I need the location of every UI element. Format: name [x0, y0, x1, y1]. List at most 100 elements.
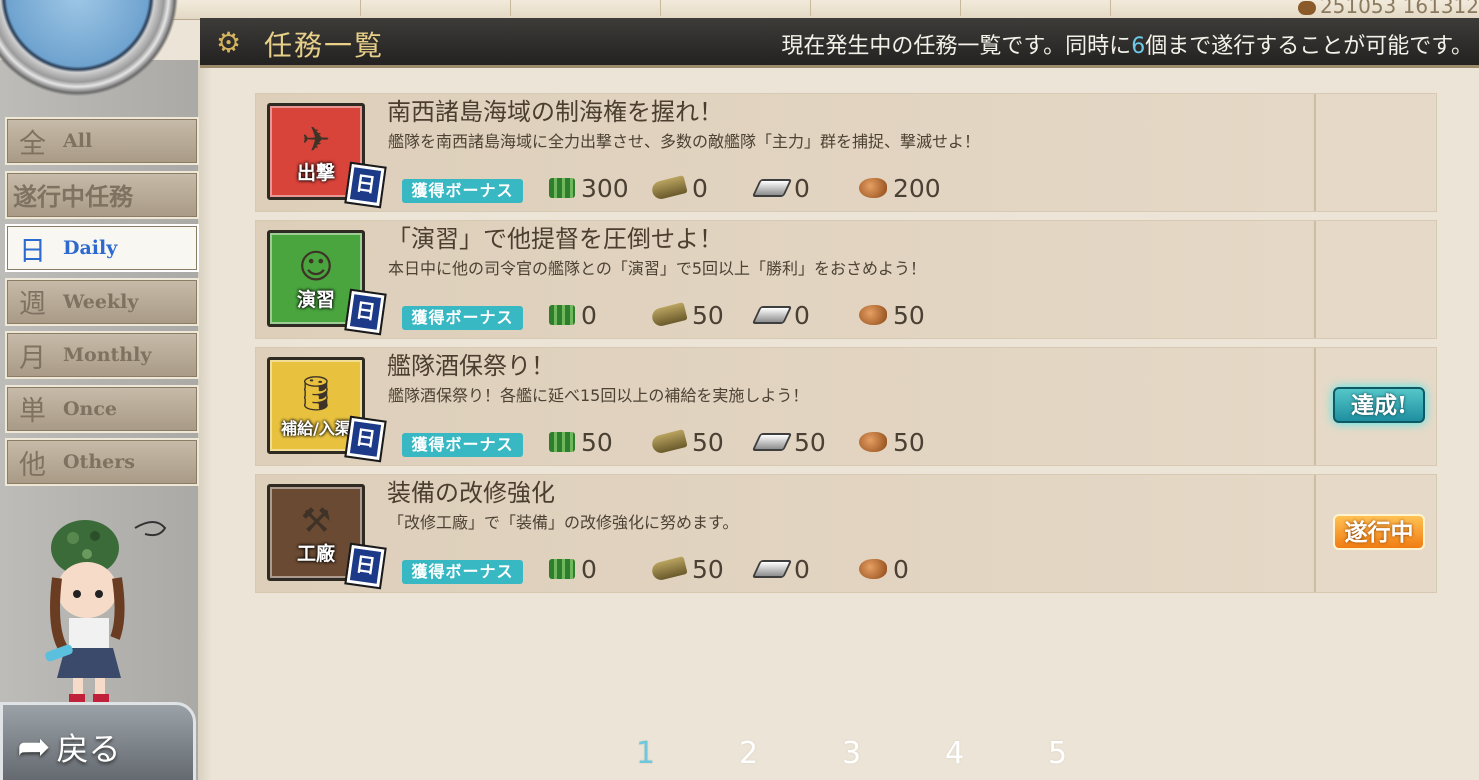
nav-kanji: 週 [19, 289, 46, 320]
completed-badge[interactable]: 達成! [1333, 387, 1425, 423]
ammo-icon [650, 175, 688, 201]
bauxite-value: 50 [893, 427, 925, 457]
top-strip: 251053 161312 [0, 0, 1479, 20]
nav-label: All [63, 130, 93, 152]
nav-kanji: 単 [19, 396, 46, 427]
quest-body: ✈ 出撃 日 南西諸島海域の制海権を握れ！ 艦隊を南西諸島海域に全力出撃させ、多… [256, 94, 1313, 211]
quest-body: ⚒ 工廠 日 装備の改修強化 「改修工廠」で「装備」の改修強化に努めます。 獲得… [256, 475, 1313, 592]
page-2[interactable]: 2 [739, 736, 842, 771]
back-label: 戻る [56, 730, 121, 768]
ammo-value: 0 [692, 173, 708, 203]
ammo-value: 50 [692, 427, 724, 457]
nav-label: Others [63, 451, 135, 473]
quest-status-cell: 達成! [1314, 348, 1436, 465]
quest-row[interactable]: ✈ 出撃 日 南西諸島海域の制海権を握れ！ 艦隊を南西諸島海域に全力出撃させ、多… [255, 93, 1437, 212]
steel-icon [751, 560, 793, 578]
reward-bauxite: 50 [859, 299, 925, 331]
bonus-badge: 獲得ボーナス [402, 306, 523, 330]
page-5[interactable]: 5 [1048, 736, 1151, 771]
nav-once[interactable]: 単 Once [5, 384, 199, 433]
reward-steel: 0 [751, 299, 810, 331]
resource-counter: 251053 161312 [1294, 0, 1479, 18]
reward-bauxite: 0 [859, 553, 909, 585]
quest-title: 装備の改修強化 [387, 479, 555, 507]
reward-bauxite: 50 [859, 426, 925, 458]
reward-ammo: 50 [650, 426, 724, 458]
page-title: 任務一覧 [264, 29, 385, 62]
quest-type-label: 演習 [296, 289, 335, 311]
ammo-icon [650, 302, 688, 328]
steel-icon [751, 179, 793, 197]
reward-fuel: 0 [549, 553, 597, 585]
resource-values: 251053 161312 [1319, 0, 1479, 18]
nav-others[interactable]: 他 Others [5, 438, 199, 486]
nav-monthly[interactable]: 月 Monthly [5, 331, 199, 379]
girl-face-icon: ☺ [298, 247, 334, 287]
reward-ammo: 0 [650, 172, 708, 204]
nav-in-progress[interactable]: 遂行中任務 [5, 170, 199, 219]
nav-label: Weekly [63, 290, 139, 313]
reward-ammo: 50 [650, 299, 724, 331]
nav-label: Daily [63, 237, 118, 259]
nav-kanji: 他 [19, 449, 46, 481]
quest-status-cell [1314, 94, 1436, 211]
quest-body: 🛢 補給/入渠 日 艦隊酒保祭り！ 艦隊酒保祭り！各艦に延べ15回以上の補給を実… [256, 348, 1313, 465]
bauxite-icon [859, 178, 887, 198]
nav-label: 遂行中任務 [13, 182, 133, 211]
steel-value: 0 [794, 554, 810, 584]
reward-steel: 0 [751, 172, 810, 204]
drum-canister-icon: 🛢 [294, 374, 338, 414]
quest-row[interactable]: 🛢 補給/入渠 日 艦隊酒保祭り！ 艦隊酒保祭り！各艦に延べ15回以上の補給を実… [255, 347, 1437, 466]
daily-category-tag: 日 [344, 415, 387, 463]
page-1[interactable]: 1 [636, 736, 739, 771]
steel-icon [751, 306, 793, 324]
nav-kanji: 全 [19, 128, 46, 160]
in-progress-badge[interactable]: 遂行中 [1333, 514, 1425, 550]
bauxite-value: 200 [893, 173, 941, 203]
ammo-value: 50 [692, 554, 724, 584]
quest-description: 本日中に他の司令官の艦隊との「演習」で5回以上「勝利」をおさめよう！ [388, 259, 927, 278]
page-3[interactable]: 3 [842, 736, 945, 771]
bauxite-value: 0 [893, 554, 909, 584]
fuel-value: 50 [581, 427, 613, 457]
quest-filter-nav: 全 All 遂行中任務 日 Daily 週 Weekly 月 Monthly 単 Once… [5, 117, 199, 492]
daily-category-tag: 日 [344, 161, 387, 209]
quest-description: 艦隊酒保祭り！各艦に延べ15回以上の補給を実施しよう！ [388, 386, 809, 405]
max-quests-count: 6 [1131, 34, 1146, 59]
quest-row[interactable]: ⚒ 工廠 日 装備の改修強化 「改修工廠」で「装備」の改修強化に努めます。 獲得… [255, 474, 1437, 593]
fuel-icon [549, 305, 575, 325]
fuel-icon [549, 432, 575, 452]
bonus-badge: 獲得ボーナス [402, 560, 523, 584]
reward-ammo: 50 [650, 553, 724, 585]
page-4[interactable]: 4 [945, 736, 1048, 771]
quest-type-label: 出撃 [296, 162, 335, 184]
gear-icon: ⚙ [216, 26, 242, 59]
fuel-icon [549, 178, 575, 198]
bauxite-icon [859, 559, 887, 579]
nav-daily[interactable]: 日 Daily [5, 224, 199, 272]
quest-row[interactable]: ☺ 演習 日 「演習」で他提督を圧倒せよ！ 本日中に他の司令官の艦隊との「演習」… [255, 220, 1437, 339]
steel-value: 0 [794, 173, 810, 203]
quest-list: ✈ 出撃 日 南西諸島海域の制海権を握れ！ 艦隊を南西諸島海域に全力出撃させ、多… [255, 93, 1437, 601]
title-bar: ⚙ 任務一覧 現在発生中の任務一覧です。同時に6個まで遂行することが可能です。 [200, 18, 1479, 68]
sidebar-edge [198, 60, 212, 780]
nav-all[interactable]: 全 All [5, 117, 199, 165]
quest-body: ☺ 演習 日 「演習」で他提督を圧倒せよ！ 本日中に他の司令官の艦隊との「演習」… [256, 221, 1313, 338]
ammo-value: 50 [692, 300, 724, 330]
reward-steel: 50 [751, 426, 826, 458]
desc-prefix: 現在発生中の任務一覧です。同時に [781, 34, 1132, 59]
reward-bauxite: 200 [859, 172, 941, 204]
daily-category-tag: 日 [344, 542, 387, 590]
quest-status-cell: 遂行中 [1314, 475, 1436, 592]
back-button[interactable]: ➦ 戻る [0, 702, 196, 780]
reward-fuel: 0 [549, 299, 597, 331]
page-description: 現在発生中の任務一覧です。同時に6個まで遂行することが可能です。 [781, 28, 1473, 60]
quest-type-label: 補給/入渠 [281, 419, 351, 438]
nav-label: Monthly [63, 344, 152, 366]
nav-label: Once [63, 397, 118, 420]
ammo-icon [650, 556, 688, 582]
reward-fuel: 300 [549, 172, 629, 204]
back-arrow-icon: ➦ [17, 724, 51, 770]
quest-description: 艦隊を南西諸島海域に全力出撃させ、多数の敵艦隊「主力」群を捕捉、撃滅せよ！ [388, 132, 981, 151]
nav-weekly[interactable]: 週 Weekly [5, 277, 199, 326]
